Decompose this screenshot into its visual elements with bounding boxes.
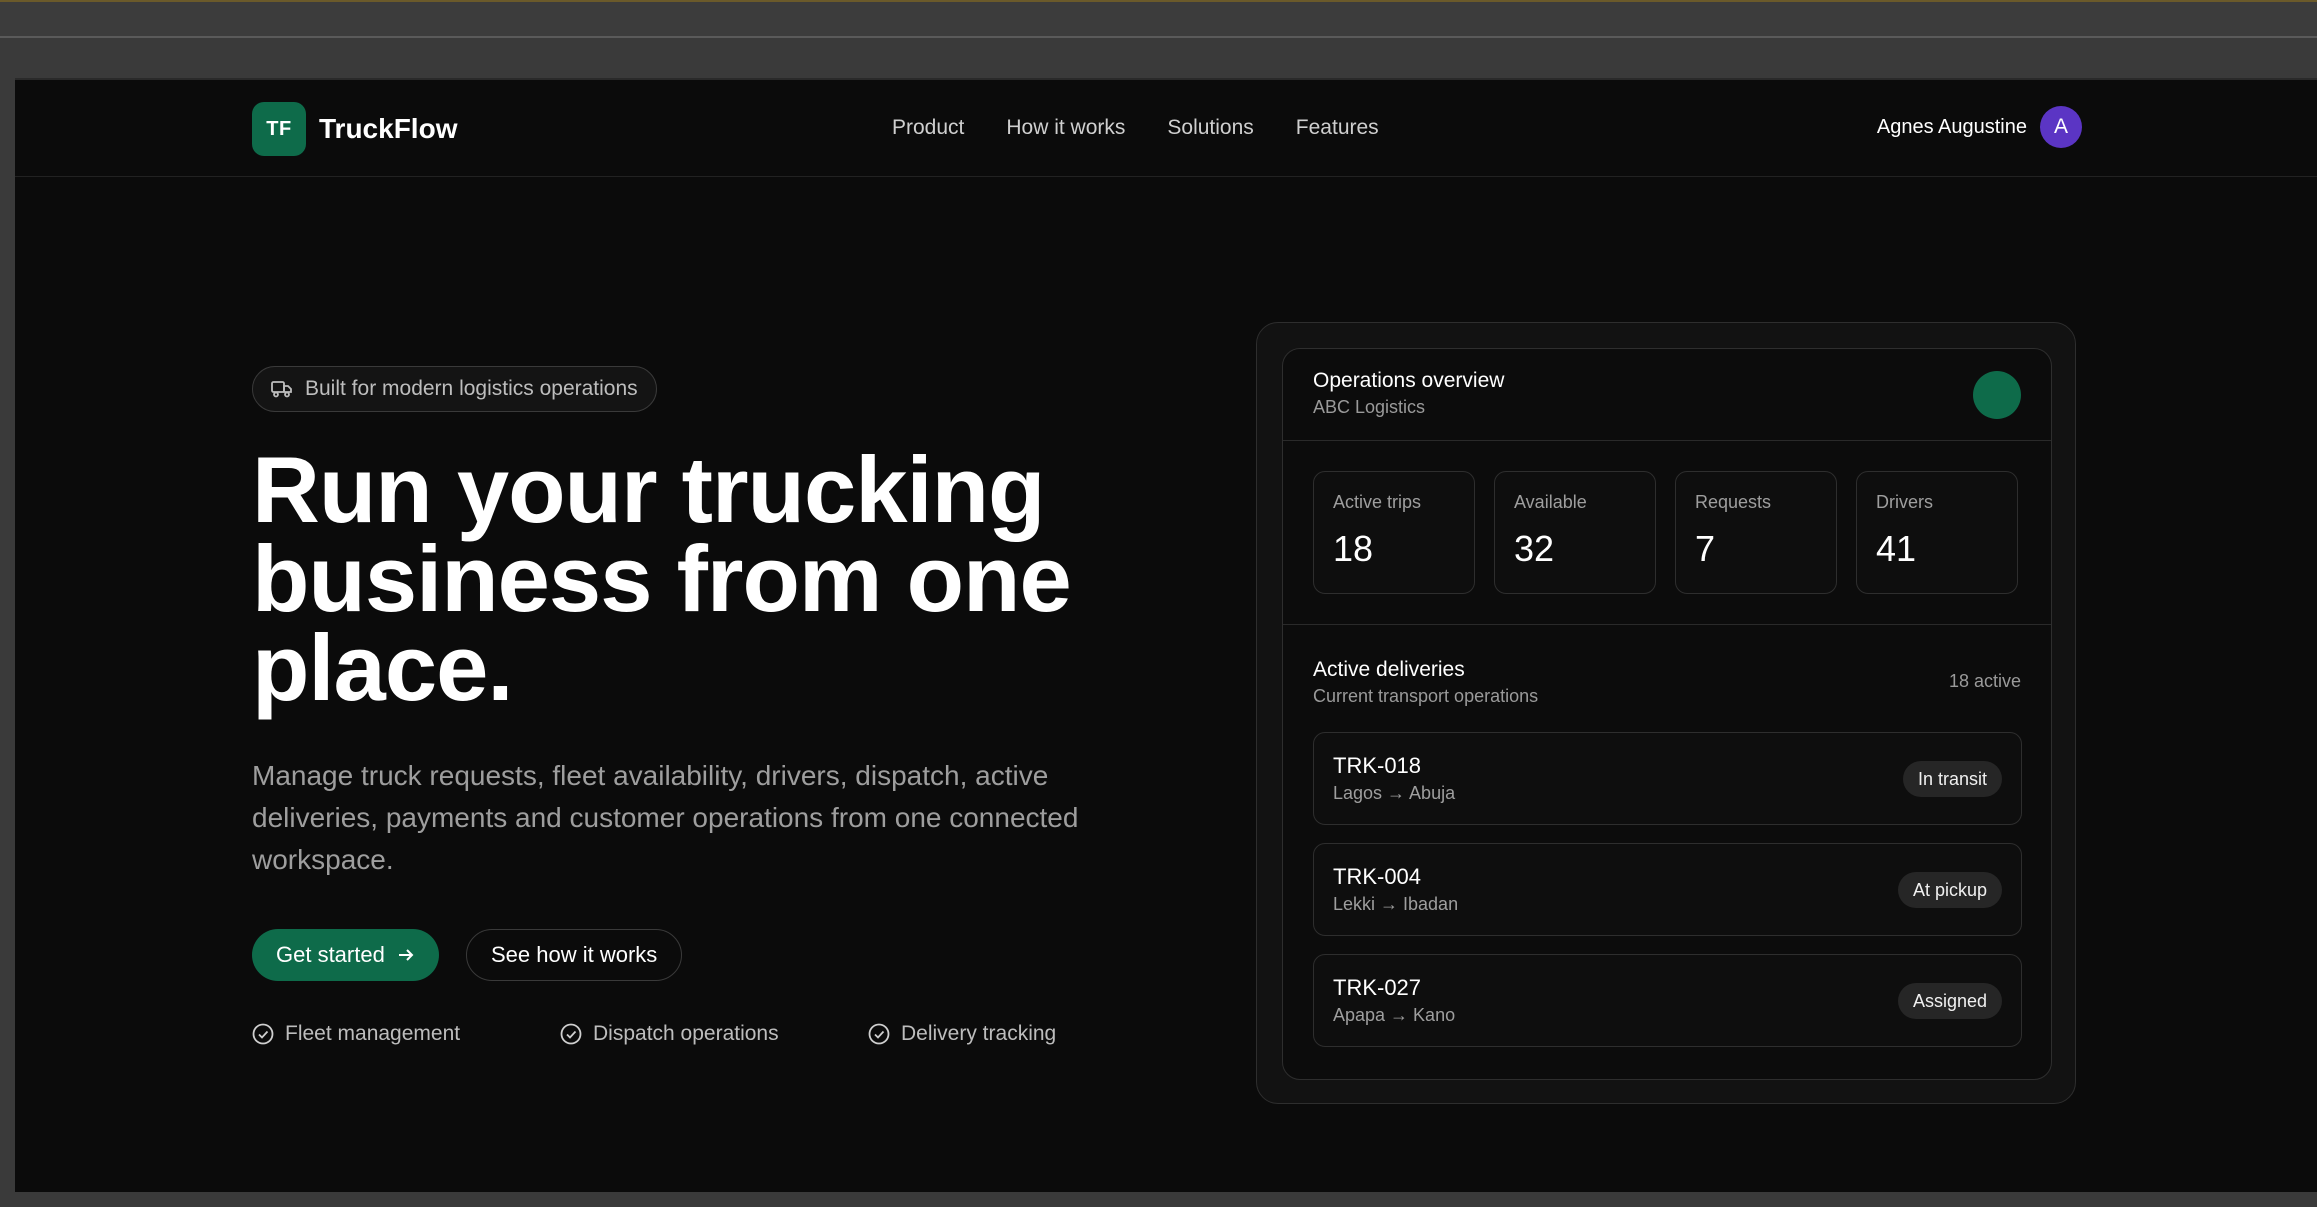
delivery-id: TRK-027 <box>1333 975 1422 1000</box>
feature-item: Dispatch operations <box>560 1022 868 1046</box>
user-menu[interactable]: Agnes Augustine A <box>1877 106 2082 148</box>
deliveries-subtitle: Current transport operations <box>1313 686 1539 706</box>
status-badge: At pickup <box>1897 872 2002 908</box>
feature-list: Fleet management Dispatch operations Del… <box>252 1022 1056 1046</box>
status-badge: In transit <box>1902 761 2002 797</box>
nav-link-features[interactable]: Features <box>1296 116 1379 140</box>
status-badge: Assigned <box>1897 983 2002 1019</box>
check-circle-icon <box>560 1023 582 1045</box>
headline-line: place. <box>252 615 514 720</box>
stat-label: Active trips <box>1333 492 1422 512</box>
page-frame: TF TruckFlow Product How it works Soluti… <box>15 78 2317 1192</box>
operations-header: Operations overview ABC Logistics <box>1283 349 2051 441</box>
stat-label: Available <box>1514 492 1587 512</box>
stats-row: Active trips 18 Available 32 Requests 7 … <box>1313 471 2018 594</box>
nav-link-how-it-works[interactable]: How it works <box>1006 116 1125 140</box>
delivery-id: TRK-018 <box>1333 753 1422 778</box>
stat-value: 7 <box>1695 528 1716 569</box>
operations-title: Operations overview <box>1313 369 1505 392</box>
operations-panel: Operations overview ABC Logistics Active… <box>1282 348 2052 1080</box>
headline-line: Run your trucking <box>252 437 1045 542</box>
feature-item: Fleet management <box>252 1022 560 1046</box>
hero-headline: Run your trucking business from one plac… <box>252 437 1152 720</box>
editor-strip <box>0 38 2317 78</box>
delivery-route: Apapa → Kano <box>1333 1005 1456 1025</box>
stat-label: Drivers <box>1876 492 1933 512</box>
company-name: ABC Logistics <box>1313 397 1426 417</box>
hero-subtext: Manage truck requests, fleet availabilit… <box>252 760 1079 875</box>
get-started-label: Get started <box>276 942 385 967</box>
check-circle-icon <box>868 1023 890 1045</box>
delivery-row[interactable]: TRK-004 Lekki → Ibadan At pickup <box>1313 843 2022 936</box>
avatar[interactable]: A <box>2040 106 2082 148</box>
stat-card-available: Available 32 <box>1494 471 1656 594</box>
nav-link-product[interactable]: Product <box>892 116 964 140</box>
stat-value: 41 <box>1876 528 1917 569</box>
editor-toolbar <box>0 0 2317 38</box>
delivery-route: Lagos → Abuja <box>1333 783 1456 803</box>
get-started-button[interactable]: Get started <box>252 929 439 981</box>
deliveries-title: Active deliveries <box>1313 658 1465 681</box>
brand[interactable]: TF TruckFlow <box>252 102 457 156</box>
stat-card-active-trips: Active trips 18 <box>1313 471 1475 594</box>
user-name: Agnes Augustine <box>1876 115 2027 138</box>
headline-line: business from one <box>252 526 1072 631</box>
operations-card: Operations overview ABC Logistics Active… <box>1256 322 2076 1104</box>
delivery-id: TRK-004 <box>1333 864 1422 889</box>
delivery-row[interactable]: TRK-018 Lagos → Abuja In transit <box>1313 732 2022 825</box>
arrow-right-icon <box>398 949 414 961</box>
brand-logo: TF <box>252 102 306 156</box>
top-nav: TF TruckFlow Product How it works Soluti… <box>15 80 2317 177</box>
status-indicator <box>1973 371 2021 419</box>
check-circle-icon <box>252 1023 274 1045</box>
brand-name: TruckFlow <box>319 113 458 144</box>
truck-icon <box>271 381 292 398</box>
tagline-pill: Built for modern logistics operations <box>252 366 657 412</box>
stat-value: 18 <box>1333 528 1374 569</box>
deliveries-list: TRK-018 Lagos → Abuja In transit TRK-004… <box>1313 732 2022 1065</box>
deliveries-count: 18 active <box>1948 671 2021 691</box>
nav-link-solutions[interactable]: Solutions <box>1167 116 1253 140</box>
stat-card-drivers: Drivers 41 <box>1856 471 2018 594</box>
feature-label: Fleet management <box>285 1022 461 1045</box>
stat-value: 32 <box>1514 528 1555 569</box>
delivery-row[interactable]: TRK-027 Apapa → Kano Assigned <box>1313 954 2022 1047</box>
feature-label: Dispatch operations <box>593 1022 779 1045</box>
feature-item: Delivery tracking <box>868 1022 1056 1046</box>
editor-bottom-strip <box>0 1192 2317 1207</box>
divider <box>1283 624 2051 625</box>
nav-links: Product How it works Solutions Features <box>892 116 1421 140</box>
see-how-it-works-button[interactable]: See how it works <box>466 929 683 981</box>
stat-card-requests: Requests 7 <box>1675 471 1837 594</box>
stat-label: Requests <box>1695 492 1772 512</box>
feature-label: Delivery tracking <box>901 1022 1057 1045</box>
delivery-route: Lekki → Ibadan <box>1333 894 1459 914</box>
tagline-text: Built for modern logistics operations <box>305 377 638 400</box>
